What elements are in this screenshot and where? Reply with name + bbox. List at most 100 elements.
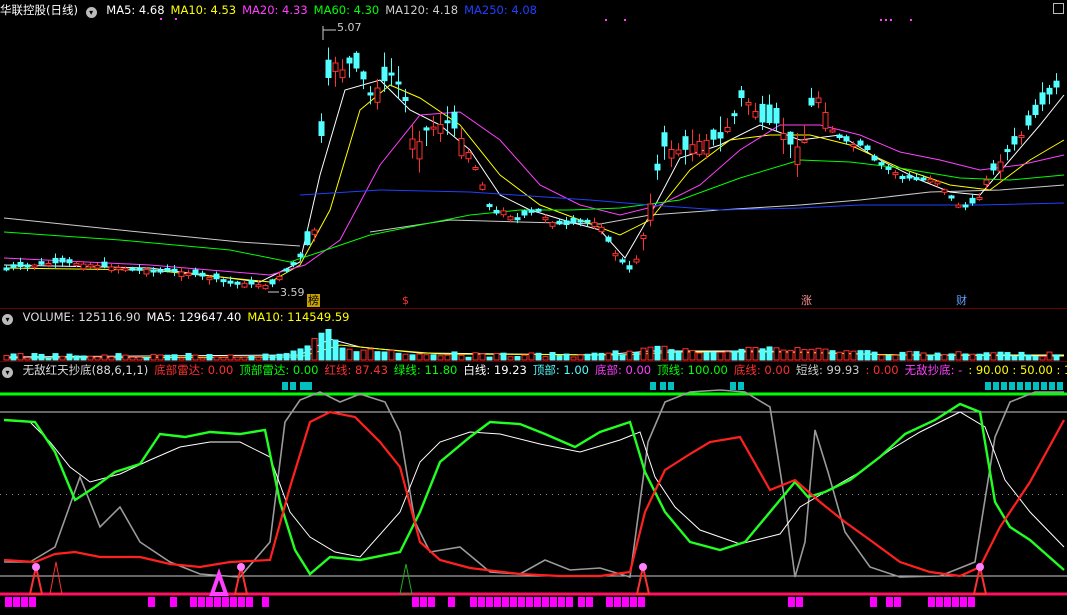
volume-bar [535,352,542,361]
dot-50 [78,494,79,495]
candle-body [1039,92,1046,105]
marker-cai[interactable]: 财 [955,294,968,307]
bottom-block [518,597,525,607]
candle-body [934,181,941,185]
volume-bar [1053,354,1060,361]
volume-bar [752,347,759,361]
dot-50 [714,494,715,495]
dot-50 [894,494,895,495]
candle-body [913,177,920,181]
indicator-chart[interactable] [0,362,1067,615]
dot-50 [318,494,319,495]
top-block [1025,382,1031,390]
candle-body [976,197,983,200]
signal-peak [972,566,988,595]
volume-bar [990,352,997,361]
ma-legend: MA5: 4.68 MA10: 4.53 MA20: 4.33 MA60: 4.30 M… [106,3,543,17]
dot-50 [138,494,139,495]
dot-50 [510,494,511,495]
candle-body [696,141,703,155]
volume-bar [640,347,647,361]
dot-50 [576,494,577,495]
dot-50 [1038,494,1039,495]
dot-50 [582,494,583,495]
dot-50 [168,494,169,495]
candle-body [486,204,493,208]
bottom-block [614,597,621,607]
bottom-block [238,597,245,607]
candle-body [640,235,647,240]
top-block [306,382,312,390]
bottom-block [944,597,951,607]
dot-50 [678,494,679,495]
price-header: 华联控股(日线) ▾ MA5: 4.68 MA10: 4.53 MA20: 4.33… [0,2,549,18]
bottom-block [936,597,943,607]
dot-50 [438,494,439,495]
volume-bar [500,352,507,361]
dot-50 [732,494,733,495]
chevron-down-icon[interactable]: ▾ [2,314,13,325]
volume-bar [934,352,941,361]
marker-dollar[interactable]: $ [401,294,410,307]
dot-50 [978,494,979,495]
volume-bar [899,351,906,361]
dot-50 [150,494,151,495]
marker-bang[interactable]: 榜 [307,294,320,307]
candle-body [1025,115,1032,126]
volume-panel[interactable]: ▾ VOLUME: 125116.90 MA5: 129647.40 MA10: 1… [0,309,1067,361]
top-block [1057,382,1063,390]
signal-dot [639,563,647,571]
ma-line-0 [3,79,1065,283]
volume-bar [661,345,668,361]
dot-50 [852,494,853,495]
candle-body [24,264,31,268]
dot-50 [642,494,643,495]
price-panel[interactable]: 华联控股(日线) ▾ MA5: 4.68 MA10: 4.53 MA20: 4.33… [0,0,1067,308]
dash-mark [880,19,882,21]
candle-body [535,208,542,212]
indicator-panel[interactable]: ▾ 无敌红天抄底(88,6,1,1) 底部雷达: 0.00 顶部雷达: 0.00 红线… [0,362,1067,615]
volume-bar [241,356,248,361]
volume-bar [584,353,591,361]
candle-body [983,179,990,185]
volume-bar [213,356,220,361]
volume-bar [458,354,465,361]
dot-50 [252,494,253,495]
top-block [668,382,674,390]
candlestick-chart[interactable] [0,0,1067,308]
candle-body [682,136,689,150]
volume-bar [332,339,339,361]
legend-item: MA120: 4.18 [385,3,459,17]
candle-body [171,268,178,272]
volume-bar [591,352,598,361]
volume-bar [157,354,164,361]
volume-bar [1011,355,1018,361]
bottom-block [586,597,593,607]
volume-bar [3,354,10,361]
candle-body [661,132,668,147]
candle-body [843,136,850,142]
dash-mark [624,19,626,21]
marker-zhang[interactable]: 涨 [800,294,813,307]
dot-50 [774,494,775,495]
candle-body [297,253,304,258]
chevron-down-icon[interactable]: ▾ [2,367,13,378]
dot-50 [264,494,265,495]
volume-bar [1004,352,1011,361]
bottom-block [420,597,427,607]
volume-bar [514,356,521,361]
candle-body [759,103,766,123]
bottom-block [510,597,517,607]
volume-bar [976,353,983,361]
volume-bar [969,353,976,361]
bottom-block [526,597,533,607]
dot-50 [198,494,199,495]
candle-body [423,127,430,131]
candle-body [493,209,500,214]
candle-body [409,138,416,150]
volume-bar [542,356,549,361]
chevron-down-icon[interactable]: ▾ [85,7,97,18]
bottom-block [21,597,28,607]
candle-body [178,271,185,277]
volume-bar [773,347,780,361]
